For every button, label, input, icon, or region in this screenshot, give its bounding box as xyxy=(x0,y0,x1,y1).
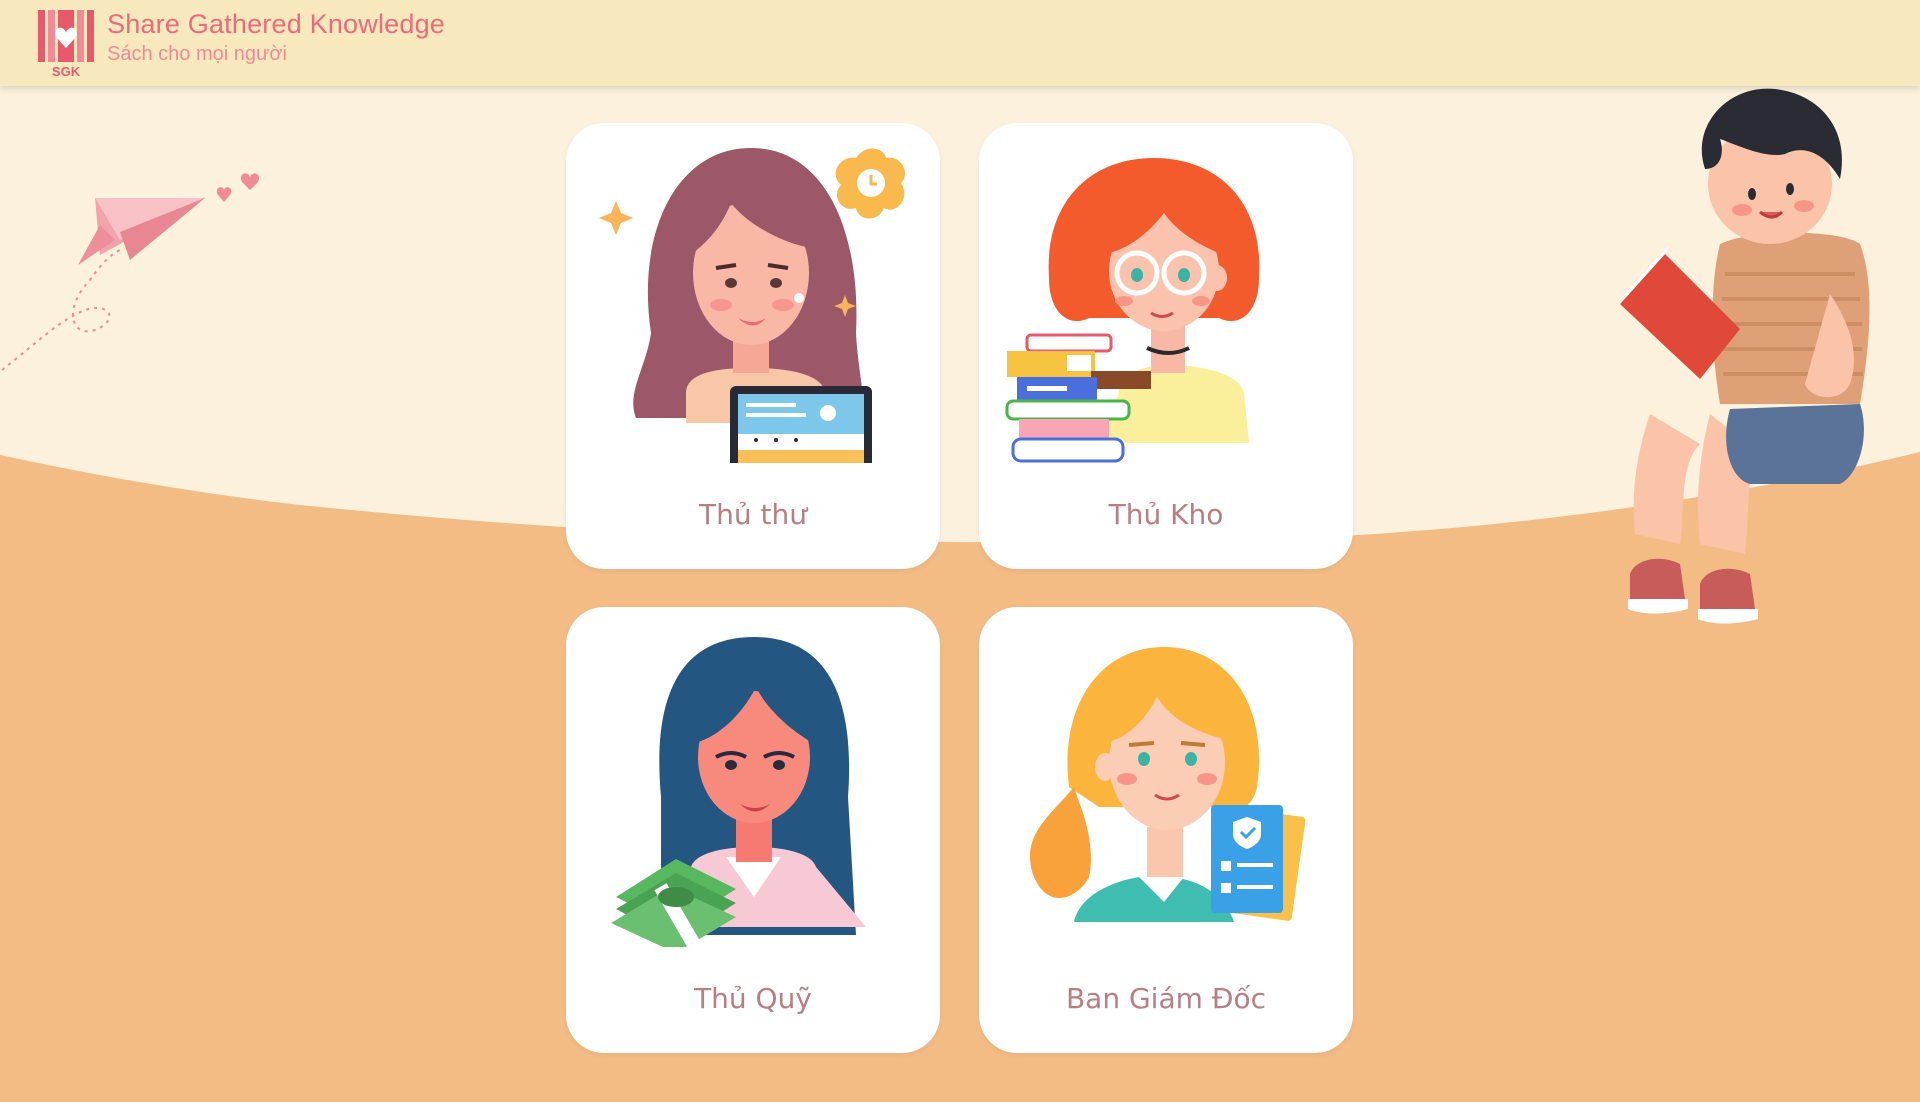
logo-text: SGK xyxy=(52,64,81,79)
reading-boy-illustration xyxy=(1620,88,1870,624)
role-card-warehouse-keeper[interactable]: Thủ Kho xyxy=(979,123,1353,569)
paper-plane-illustration xyxy=(1,173,260,371)
role-label-board-of-directors: Ban Giám Đốc xyxy=(1065,982,1267,1015)
cashier-avatar xyxy=(611,637,866,947)
role-label-cashier: Thủ Quỹ xyxy=(694,982,812,1015)
app-header: SGK Share Gathered Knowledge Sách cho mọ… xyxy=(0,0,1920,86)
role-card-board-of-directors[interactable]: Ban Giám Đốc xyxy=(979,607,1353,1053)
role-label-librarian: Thủ thư xyxy=(699,498,807,531)
warehouse-keeper-avatar xyxy=(1005,158,1260,463)
role-card-librarian[interactable]: Thủ thư xyxy=(566,123,940,569)
brand-subtitle: Sách cho mọi người xyxy=(107,43,287,65)
role-label-warehouse-keeper: Thủ Kho xyxy=(1108,498,1224,531)
role-card-cashier[interactable]: Thủ Quỹ xyxy=(566,607,940,1053)
sgk-logo[interactable]: SGK xyxy=(36,8,96,80)
librarian-avatar xyxy=(599,148,906,463)
brand-title: Share Gathered Knowledge xyxy=(107,9,446,39)
board-of-directors-avatar xyxy=(1029,647,1306,922)
